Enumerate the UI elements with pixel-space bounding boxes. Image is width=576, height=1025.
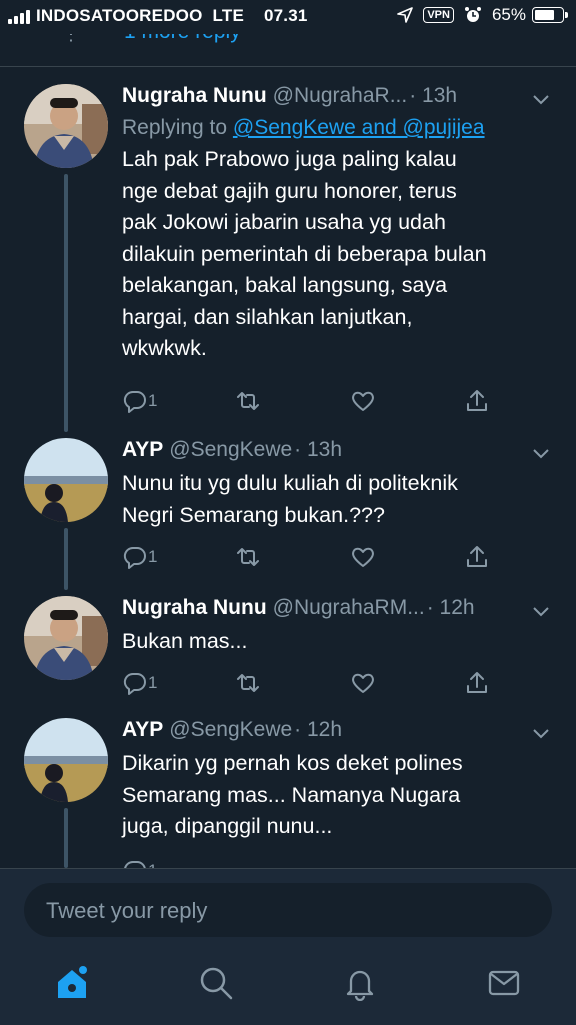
home-icon[interactable]: [54, 965, 90, 1001]
tweet[interactable]: Nugraha Nunu @NugrahaRM... · 12h Bukan m…: [0, 590, 576, 710]
reply-button[interactable]: 1: [122, 670, 157, 696]
chevron-down-icon[interactable]: [532, 90, 550, 108]
author-handle[interactable]: @NugrahaR...: [273, 84, 408, 108]
like-button[interactable]: [350, 388, 376, 414]
tweet-time: · 12h: [426, 596, 475, 619]
vpn-badge: VPN: [423, 7, 454, 23]
replying-to-link[interactable]: @SengKewe and @pujijea: [233, 116, 485, 139]
compose-bar: [0, 868, 576, 1025]
messages-icon[interactable]: [486, 965, 522, 1001]
tweet-text: Nunu itu yg dulu kuliah di politeknik Ne…: [122, 471, 458, 527]
retweet-button[interactable]: [235, 544, 261, 570]
chevron-down-icon[interactable]: [532, 724, 550, 742]
retweet-button[interactable]: [235, 670, 261, 696]
reply-count: 1: [148, 547, 158, 566]
avatar[interactable]: [24, 718, 108, 802]
replying-to: Replying to @SengKewe and @pujijea: [122, 116, 550, 140]
like-button[interactable]: [350, 544, 376, 570]
share-icon: [467, 546, 487, 567]
carrier-name: INDOSATOOREDOO: [36, 6, 203, 25]
battery-percent: 65%: [491, 5, 526, 24]
retweet-icon: [237, 674, 259, 692]
signal-icon: [8, 9, 30, 24]
clock: 07.31: [263, 6, 308, 25]
notifications-icon[interactable]: [342, 965, 378, 1001]
reply-icon: [123, 672, 146, 695]
reply-icon: [123, 390, 146, 413]
tweet-time: · 13h: [294, 438, 343, 461]
retweet-icon: [237, 392, 259, 410]
status-bar: INDOSATOOREDOO LTE 07.31 VPN 65%: [0, 0, 576, 34]
replying-label: Replying to: [122, 116, 228, 139]
share-icon: [467, 390, 487, 411]
reply-count: 1: [148, 391, 158, 410]
battery-icon: [532, 7, 568, 23]
author-name[interactable]: AYP: [122, 438, 163, 462]
tweet[interactable]: AYP @SengKewe · 12h Dikarin yg pernah ko…: [0, 712, 576, 883]
share-button[interactable]: [464, 544, 490, 570]
author-name[interactable]: Nugraha Nunu: [122, 596, 267, 620]
tweet[interactable]: AYP @SengKewe · 13h Nunu itu yg dulu kul…: [0, 432, 576, 590]
share-button[interactable]: [464, 670, 490, 696]
tweet-text: Lah pak Prabowo juga paling kalau nge de…: [122, 147, 487, 360]
heart-icon: [352, 391, 374, 411]
reply-count: 1: [148, 673, 158, 692]
search-icon[interactable]: [198, 965, 234, 1001]
retweet-button[interactable]: [235, 388, 261, 414]
tweet-time: · 13h: [409, 84, 458, 107]
share-button[interactable]: [464, 388, 490, 414]
author-handle[interactable]: @SengKewe: [169, 438, 292, 462]
author-name[interactable]: AYP: [122, 718, 163, 742]
alarm-icon: [464, 7, 481, 22]
tweet-text: Dikarin yg pernah kos deket polines Sema…: [122, 751, 463, 838]
reply-icon: [123, 546, 146, 569]
location-icon: [397, 7, 414, 23]
reply-button[interactable]: 1: [122, 388, 157, 414]
chevron-down-icon[interactable]: [532, 444, 550, 462]
heart-icon: [352, 673, 374, 693]
share-icon: [467, 672, 487, 693]
retweet-icon: [237, 548, 259, 566]
tweet[interactable]: Nugraha Nunu @NugrahaR... · 13h Replying…: [0, 66, 576, 432]
tweet-time: · 12h: [294, 718, 343, 741]
author-handle[interactable]: @SengKewe: [169, 718, 292, 742]
avatar[interactable]: [24, 596, 108, 680]
reply-button[interactable]: 1: [122, 544, 157, 570]
author-handle[interactable]: @NugrahaRM...: [273, 596, 425, 620]
chevron-down-icon[interactable]: [532, 602, 550, 620]
avatar[interactable]: [24, 84, 108, 168]
like-button[interactable]: [350, 670, 376, 696]
avatar[interactable]: [24, 438, 108, 522]
reply-box[interactable]: [24, 883, 552, 939]
heart-icon: [352, 547, 374, 567]
network-type: LTE: [212, 6, 244, 25]
author-name[interactable]: Nugraha Nunu: [122, 84, 267, 108]
tweet-text: Bukan mas...: [122, 629, 248, 653]
tweet-reply-input[interactable]: [44, 883, 528, 939]
